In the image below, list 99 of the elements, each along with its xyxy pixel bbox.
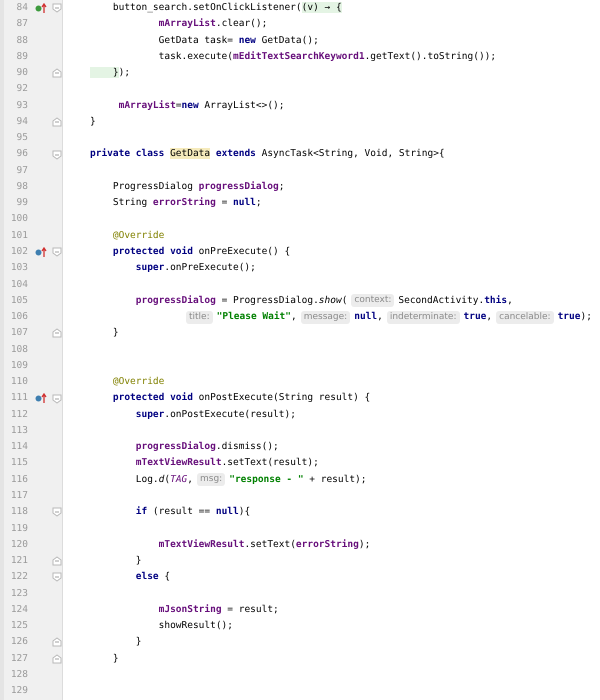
line-number: 120: [10, 538, 29, 552]
line-number: 105: [10, 294, 29, 308]
override-marker-icon[interactable]: [35, 393, 47, 404]
line-number: 109: [10, 358, 29, 373]
line-number: 95: [16, 131, 29, 146]
code-text: super.onPostExecute(result);: [134, 408, 296, 422]
code-text: if (result == null){: [134, 505, 250, 520]
line-number: 114: [10, 440, 29, 454]
fold-marker-icon[interactable]: [52, 507, 62, 518]
fold-marker-icon[interactable]: [52, 68, 62, 78]
fold-marker-icon[interactable]: [52, 556, 62, 566]
line-number: 113: [10, 424, 29, 438]
code-text: super.onPreExecute();: [134, 261, 256, 276]
line-number: 99: [16, 196, 29, 210]
fold-marker-icon[interactable]: [52, 116, 62, 127]
line-number: 98: [16, 180, 29, 194]
line-number: 123: [10, 586, 29, 601]
code-text: }: [134, 554, 142, 568]
line-number: 84: [16, 1, 29, 15]
line-number: 87: [16, 17, 29, 32]
line-number: 110: [10, 375, 29, 390]
override-marker-icon[interactable]: [35, 2, 47, 14]
code-text: mTextViewResult.setText(errorString);: [158, 538, 370, 552]
code-text: String errorString = null;: [112, 196, 262, 210]
fold-marker-icon[interactable]: [52, 247, 62, 258]
code-text: null,: [354, 310, 383, 324]
line-number: 102: [10, 244, 29, 259]
code-text: else {: [134, 570, 170, 584]
code-text: mTextViewResult.setText(result);: [134, 456, 319, 470]
line-number: 107: [10, 326, 29, 340]
code-text: true);: [558, 310, 592, 324]
code-text: progressDialog = ProgressDialog.show(: [134, 294, 348, 308]
code-text: @Override: [112, 228, 164, 243]
code-text: mJsonString = result;: [158, 602, 279, 617]
parameter-hint: title:: [186, 310, 213, 324]
line-number: 96: [16, 147, 29, 162]
line-number: 122: [10, 570, 29, 584]
fold-marker-icon[interactable]: [52, 637, 62, 648]
line-number: 101: [10, 228, 29, 243]
line-number: 103: [10, 261, 29, 276]
code-text: }: [90, 114, 96, 129]
code-text: protected void onPreExecute() {: [112, 244, 290, 259]
line-number: 100: [10, 212, 29, 226]
line-number: 119: [10, 522, 29, 536]
line-number: 121: [10, 554, 29, 568]
code-text: }: [112, 652, 119, 666]
parameter-hint: context:: [351, 294, 394, 308]
line-number: 104: [10, 278, 29, 292]
fold-marker-icon[interactable]: [52, 150, 62, 160]
line-number: 93: [16, 98, 29, 113]
line-number: 89: [16, 50, 29, 64]
line-number: 94: [16, 114, 29, 129]
code-text: mArrayList.clear();: [158, 17, 268, 32]
code-text: "Please Wait",: [216, 310, 297, 324]
line-number: 118: [10, 505, 29, 520]
parameter-hint: msg:: [197, 473, 226, 486]
parameter-hint: cancelable:: [496, 310, 554, 324]
fold-marker-icon[interactable]: [52, 394, 62, 404]
line-number: 117: [10, 488, 29, 503]
code-text: showResult();: [158, 619, 233, 634]
code-text: Log.d(TAG,: [134, 472, 194, 487]
code-text: button_search.setOnClickListener((v) → {: [112, 1, 342, 15]
code-text: }: [134, 635, 142, 650]
line-number: 97: [16, 164, 29, 178]
line-number: 111: [10, 391, 29, 406]
code-text: }: [112, 326, 119, 340]
parameter-hint: indeterminate:: [386, 310, 460, 324]
code-text: GetData task= new GetData();: [158, 34, 319, 48]
code-text: SecondActivity.this,: [398, 294, 513, 308]
line-number: 125: [10, 619, 29, 634]
line-number: 115: [10, 456, 29, 470]
line-number: 106: [10, 310, 29, 324]
line-number: 124: [10, 602, 29, 617]
line-number: 116: [10, 472, 29, 487]
code-text: mArrayList=new ArrayList<>();: [118, 98, 284, 113]
fold-marker-icon[interactable]: [52, 572, 62, 582]
line-number: 88: [16, 34, 29, 48]
line-number: 92: [16, 82, 29, 96]
parameter-hint: message:: [300, 310, 350, 324]
code-text: "response - " + result);: [229, 472, 366, 487]
code-text: @Override: [112, 375, 164, 390]
code-text: });: [90, 66, 130, 80]
line-number: 126: [10, 635, 29, 650]
line-number: 112: [10, 408, 29, 422]
code-text: private class GetData extends AsyncTask<String, Void, String>{: [90, 147, 445, 162]
code-text: protected void onPostExecute(String result) {: [112, 391, 370, 406]
code-text: ProgressDialog progressDialog;: [112, 180, 284, 194]
code-text: task.execute(mEditTextSearchKeyword1.getText().toString());: [158, 50, 496, 64]
fold-marker-icon[interactable]: [52, 3, 62, 14]
line-number: 90: [16, 66, 29, 80]
override-marker-icon[interactable]: [35, 246, 47, 258]
code-text: progressDialog.dismiss();: [134, 440, 279, 454]
line-number: 129: [10, 684, 29, 698]
line-number: 127: [10, 652, 29, 666]
fold-marker-icon[interactable]: [52, 328, 62, 338]
line-number: 108: [10, 342, 29, 357]
line-number: 128: [10, 668, 29, 682]
fold-marker-icon[interactable]: [52, 654, 62, 664]
code-text: true,: [464, 310, 492, 324]
